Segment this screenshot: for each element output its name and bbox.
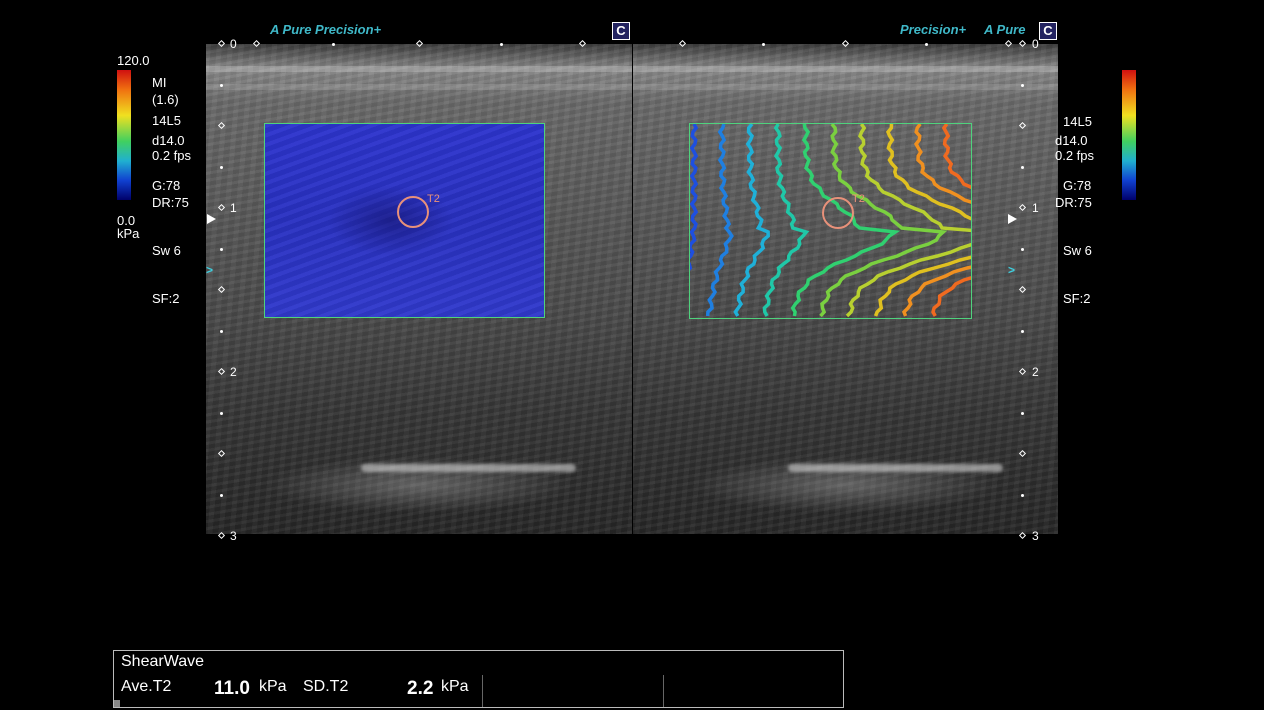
brand-right-precision: Precision+ <box>900 22 967 37</box>
c-indicator-left: C <box>612 22 630 40</box>
depth-tick <box>220 248 223 251</box>
depth-tick <box>1021 330 1024 333</box>
scale-max-label: 120.0 <box>117 53 150 68</box>
depth-tick <box>220 84 223 87</box>
depth-label-3-right: 3 <box>1032 529 1039 543</box>
ave-value: 11.0 <box>214 678 250 699</box>
c-indicator-right: C <box>1039 22 1057 40</box>
depth-tick <box>1021 412 1024 415</box>
depth-label-2-right: 2 <box>1032 365 1039 379</box>
depth-label-0: 0 <box>230 37 237 51</box>
wavefront-contour <box>931 124 971 317</box>
depth-tick <box>1021 84 1024 87</box>
depth-label-1-right: 1 <box>1032 201 1039 215</box>
results-title: ShearWave <box>121 653 204 670</box>
brand-right-apure: A Pure <box>984 22 1026 37</box>
depth-tick <box>1021 166 1024 169</box>
focus-chevron-right[interactable]: > <box>1008 263 1015 277</box>
propagation-colorbar <box>1122 70 1136 200</box>
depth-label-3: 3 <box>230 529 237 543</box>
top-marker <box>762 43 765 46</box>
brand-left: A Pure Precision+ <box>270 22 382 37</box>
wavefront-contour <box>901 124 971 317</box>
elasticity-colorbar <box>117 70 131 200</box>
depth-tick <box>220 166 223 169</box>
focus-marker-left[interactable] <box>207 214 216 224</box>
fps-label-right: 0.2 fps <box>1055 148 1095 163</box>
focus-marker-right[interactable] <box>1008 214 1017 224</box>
depth-setting: d14.0 <box>152 133 185 148</box>
sf-label-right: SF:2 <box>1063 291 1091 306</box>
top-marker <box>925 43 928 46</box>
roi-label-left: T2 <box>427 193 440 205</box>
dr-label: DR:75 <box>152 195 189 210</box>
wavefront-contour <box>762 124 810 317</box>
depth-label-1: 1 <box>230 201 237 215</box>
focus-chevron-left[interactable]: > <box>206 263 213 277</box>
depth-tick <box>1021 494 1024 497</box>
gain-label-right: G:78 <box>1063 178 1092 193</box>
depth-tick <box>220 330 223 333</box>
roi-circle-left[interactable] <box>397 196 429 228</box>
scale-unit-label: kPa <box>117 226 140 241</box>
depth-label-2: 2 <box>230 365 237 379</box>
sd-label: SD.T2 <box>303 678 349 695</box>
top-marker <box>500 43 503 46</box>
results-divider <box>482 675 483 707</box>
probe-label-right: 14L5 <box>1063 114 1092 129</box>
results-divider <box>663 675 664 707</box>
mi-value: (1.6) <box>152 92 179 107</box>
ave-label: Ave.T2 <box>121 678 172 695</box>
sw-label: Sw 6 <box>152 243 181 258</box>
sf-label: SF:2 <box>152 291 180 306</box>
depth-tick <box>220 412 223 415</box>
wavefront-contour <box>733 124 770 317</box>
sd-unit: kPa <box>441 678 469 695</box>
depth-setting-right: d14.0 <box>1055 133 1088 148</box>
gain-label: G:78 <box>152 178 181 193</box>
fps-label: 0.2 fps <box>152 148 192 163</box>
results-corner-marker <box>114 700 120 707</box>
wavefront-contour <box>690 124 699 281</box>
shearwave-results-panel: ShearWave Ave.T2 11.0 kPa SD.T2 2.2 kPa <box>113 650 844 708</box>
probe-label: 14L5 <box>152 113 181 128</box>
sw-label-right: Sw 6 <box>1063 243 1092 258</box>
roi-circle-right[interactable] <box>822 197 854 229</box>
depth-tick <box>220 494 223 497</box>
depth-label-0-right: 0 <box>1032 37 1039 51</box>
mi-label: MI <box>152 75 167 90</box>
dr-label-right: DR:75 <box>1055 195 1092 210</box>
roi-label-right: T2 <box>852 193 865 205</box>
wavefront-contour <box>705 124 734 317</box>
sd-value: 2.2 <box>407 678 434 699</box>
top-marker <box>332 43 335 46</box>
depth-tick <box>1021 248 1024 251</box>
ave-unit: kPa <box>259 678 287 695</box>
